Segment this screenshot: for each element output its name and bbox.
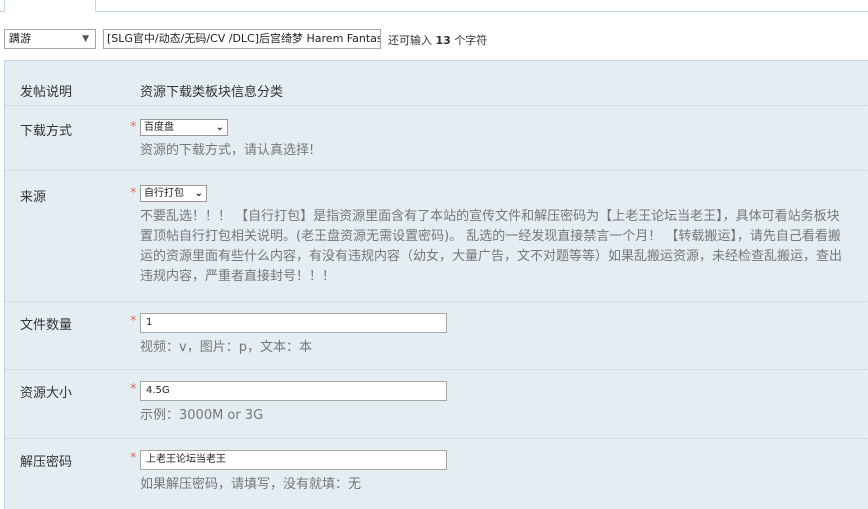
password-hint: 如果解压密码，请填写，没有就填：无 <box>140 477 362 492</box>
row-intro: 发帖说明 资源下载类板块信息分类 <box>5 61 868 106</box>
size-input[interactable]: 4.5G <box>140 381 447 401</box>
required-mark: * <box>130 186 137 201</box>
required-mark: * <box>130 451 137 466</box>
tab-strip <box>0 0 868 12</box>
source-hint-line: 不要乱选！！！ 【自行打包】是指资源里面含有了本站的宣传文件和解压密码为【上老王… <box>140 209 840 224</box>
size-hint: 示例：3000M or 3G <box>140 408 264 423</box>
source-value: 自行打包 <box>144 188 184 199</box>
thread-type-value: 蹒游 <box>9 32 31 45</box>
intro-value: 资源下载类板块信息分类 <box>140 85 284 100</box>
download-label: 下载方式 <box>20 124 73 139</box>
password-label: 解压密码 <box>20 455 73 470</box>
chevron-down-icon: ⌄ <box>215 122 224 133</box>
source-select[interactable]: 自行打包 ⌄ <box>140 185 207 202</box>
row-size: 资源大小 * 4.5G 示例：3000M or 3G <box>5 370 868 439</box>
char-hint-suffix: 个字符 <box>454 34 488 47</box>
row-password: 解压密码 * 上老王论坛当老王 如果解压密码，请填写，没有就填：无 <box>5 439 868 509</box>
title-row: 蹒游 ▼ [SLG官中/动态/无码/CV /DLC]后宫绮梦 Harem Fan… <box>0 28 868 50</box>
char-hint-prefix: 还可输入 <box>388 34 432 47</box>
form-panel: 发帖说明 资源下载类板块信息分类 下载方式 * 百度盘 ⌄ 资源的下载方式，请认… <box>4 60 868 509</box>
row-file-count: 文件数量 * 1 视频：v，图片：p，文本：本 <box>5 302 868 370</box>
source-hint-line: 违规内容，严重者直接封号！！！ <box>140 269 336 284</box>
intro-label: 发帖说明 <box>20 85 73 100</box>
char-count-hint: 还可输入 13 个字符 <box>388 32 487 48</box>
source-label: 来源 <box>20 190 47 205</box>
chevron-down-icon: ▼ <box>82 34 89 44</box>
file-count-input[interactable]: 1 <box>140 313 447 333</box>
file-count-label: 文件数量 <box>20 318 73 333</box>
chevron-down-icon: ⌄ <box>194 188 203 199</box>
row-source: 来源 * 自行打包 ⌄ 不要乱选！！！ 【自行打包】是指资源里面含有了本站的宣传… <box>5 171 868 302</box>
required-mark: * <box>130 314 137 329</box>
thread-type-select[interactable]: 蹒游 ▼ <box>4 29 96 49</box>
tab-active[interactable] <box>4 0 96 12</box>
subject-input[interactable]: [SLG官中/动态/无码/CV /DLC]后宫绮梦 Harem Fantasy … <box>103 29 381 49</box>
download-method-value: 百度盘 <box>144 122 174 133</box>
password-input[interactable]: 上老王论坛当老王 <box>140 450 447 470</box>
required-mark: * <box>130 382 137 397</box>
char-hint-count: 13 <box>435 34 451 47</box>
download-hint: 资源的下载方式，请认真选择! <box>140 143 315 158</box>
size-label: 资源大小 <box>20 386 73 401</box>
source-hint-line: 运的资源里面有些什么内容，有没有违规内容（幼女，大量广告，文不对题等等）如果乱搬… <box>140 249 843 264</box>
row-download-method: 下载方式 * 百度盘 ⌄ 资源的下载方式，请认真选择! <box>5 106 868 171</box>
source-hint-line: 置顶帖自行打包相关说明。(老王盘资源无需设置密码)。 乱选的一经发现直接禁言一个… <box>140 229 841 244</box>
file-count-hint: 视频：v，图片：p，文本：本 <box>140 340 312 355</box>
download-method-select[interactable]: 百度盘 ⌄ <box>140 119 228 136</box>
required-mark: * <box>130 120 137 135</box>
